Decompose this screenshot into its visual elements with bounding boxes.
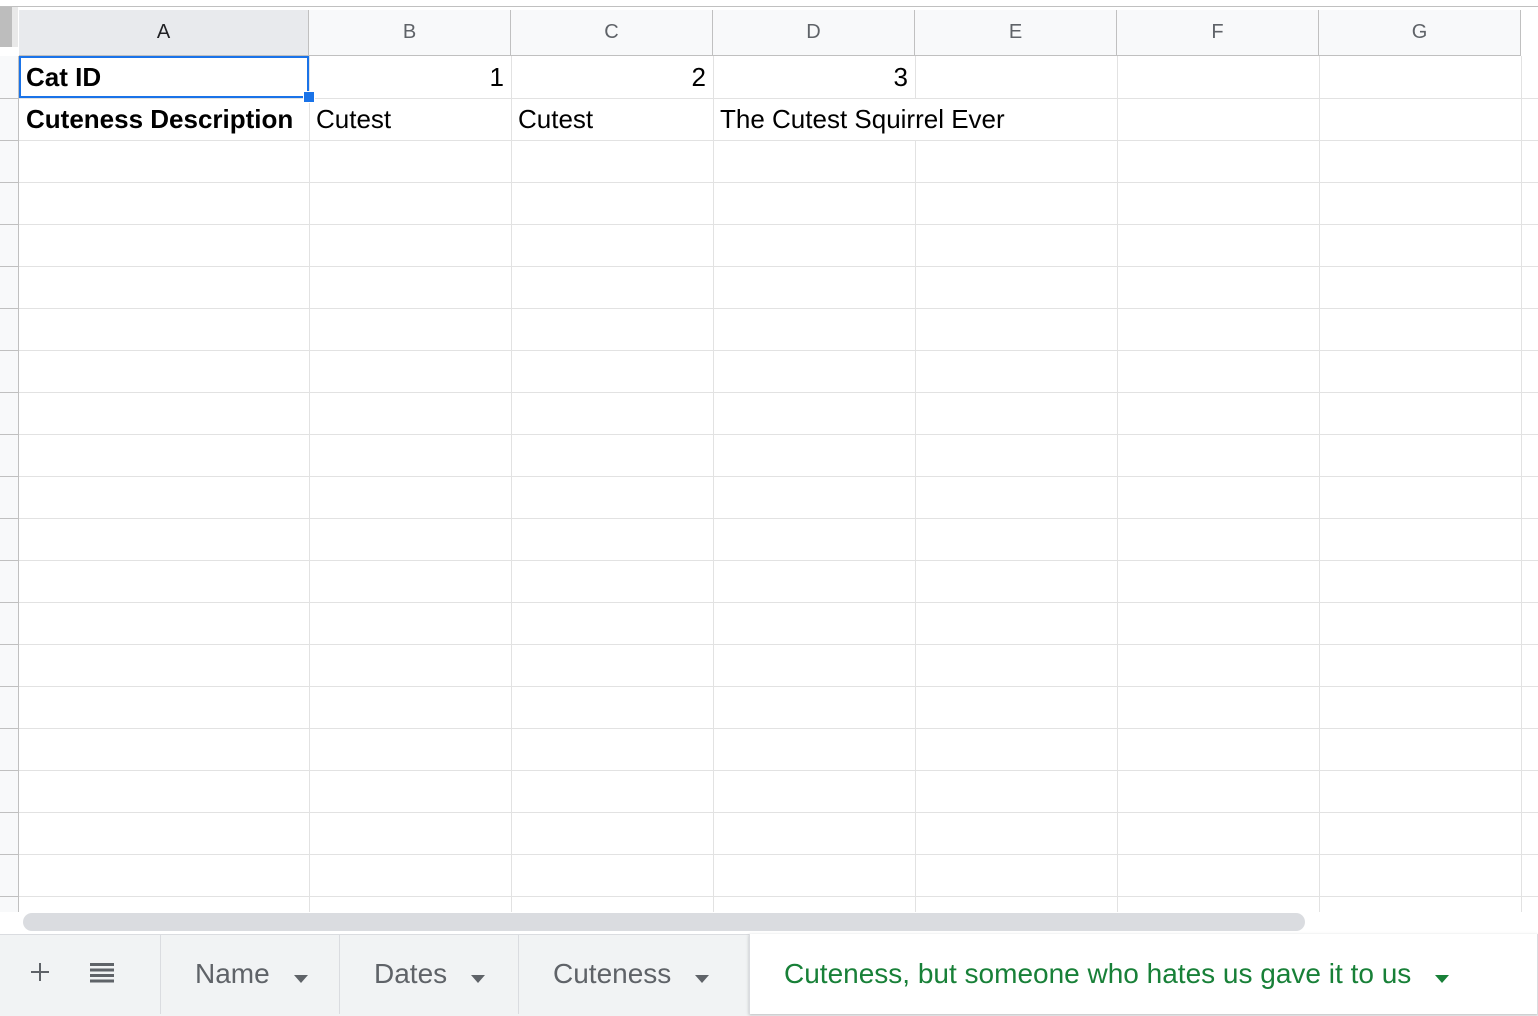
gridline-row [19, 518, 1538, 519]
column-header-e[interactable]: E [915, 10, 1117, 56]
caret-down-icon[interactable] [1435, 958, 1450, 990]
selected-cell-outline [19, 56, 309, 98]
row-divider [0, 560, 19, 561]
column-header-g[interactable]: G [1319, 10, 1521, 56]
column-header-d[interactable]: D [713, 10, 915, 56]
caret-down-icon[interactable] [293, 958, 308, 990]
gridline-row [19, 266, 1538, 267]
plus-icon [28, 960, 52, 989]
column-header-f[interactable]: F [1117, 10, 1319, 56]
gridline-row [19, 728, 1538, 729]
row-divider [0, 728, 19, 729]
gridline-row [19, 308, 1538, 309]
tab-dates[interactable]: Dates [339, 934, 519, 1014]
cell-a2[interactable]: Cuteness Description [19, 99, 309, 140]
gridline-row [19, 644, 1538, 645]
gridline-row [19, 770, 1538, 771]
row-divider [0, 266, 19, 267]
row-divider [0, 308, 19, 309]
gridline-col-a [309, 56, 310, 912]
gridline-row [19, 392, 1538, 393]
row-divider [0, 350, 19, 351]
row-divider [0, 140, 19, 141]
gridline-col-b [511, 56, 512, 912]
row-divider [0, 224, 19, 225]
gridline-col-d [915, 140, 916, 912]
cell-d1[interactable]: 3 [713, 57, 915, 98]
row-divider [0, 476, 19, 477]
gridline-col-g [1521, 56, 1522, 912]
all-sheets-button[interactable] [72, 934, 132, 1014]
row-divider [0, 602, 19, 603]
cell-c1[interactable]: 2 [511, 57, 713, 98]
gridline-row [19, 812, 1538, 813]
fill-handle[interactable] [303, 91, 315, 103]
caret-down-icon[interactable] [471, 958, 486, 990]
select-all-corner[interactable] [0, 7, 12, 47]
tab-label: Cuteness, but someone who hates us gave … [784, 958, 1412, 989]
tab-label: Dates [374, 958, 448, 989]
tab-cuteness-hates-us[interactable]: Cuteness, but someone who hates us gave … [749, 934, 1538, 1014]
gridline-col-e [1117, 56, 1118, 912]
tab-label: Name [195, 958, 270, 989]
spreadsheet-grid[interactable]: A B C D E F G Cat ID 1 2 3 Cuteness Desc… [0, 0, 1538, 912]
row-divider [0, 770, 19, 771]
gridline-row [19, 182, 1538, 183]
caret-down-icon[interactable] [695, 958, 710, 990]
row-divider [0, 896, 19, 897]
list-icon [89, 960, 115, 989]
gridline-col-c [713, 56, 714, 912]
tab-name[interactable]: Name [160, 934, 340, 1014]
gridline-row [19, 434, 1538, 435]
toolbar-divider [0, 6, 1538, 7]
gridline-row [19, 224, 1538, 225]
row-divider [0, 854, 19, 855]
gridline-row [19, 560, 1538, 561]
row-divider [0, 518, 19, 519]
column-header-c[interactable]: C [511, 10, 713, 56]
gridline-row [19, 686, 1538, 687]
cell-d2[interactable]: The Cutest Squirrel Ever [713, 99, 1117, 140]
gridline-col-f [1319, 56, 1320, 912]
cell-b1[interactable]: 1 [309, 57, 511, 98]
horizontal-scrollbar-thumb[interactable] [23, 913, 1305, 931]
row-divider [0, 686, 19, 687]
row-divider [0, 98, 19, 99]
row-divider [0, 644, 19, 645]
row-divider [0, 434, 19, 435]
column-header-b[interactable]: B [309, 10, 511, 56]
row-divider [0, 182, 19, 183]
tab-cuteness[interactable]: Cuteness [518, 934, 748, 1014]
gridline-row [19, 350, 1538, 351]
row-divider [0, 392, 19, 393]
gridline-col-d-top [915, 56, 916, 98]
column-headers: A B C D E F G [19, 10, 1538, 56]
gridline-row [19, 854, 1538, 855]
tab-label: Cuteness [553, 958, 672, 989]
column-header-a[interactable]: A [19, 10, 309, 56]
gridline-row [19, 476, 1538, 477]
cell-c2[interactable]: Cutest [511, 99, 713, 140]
gridline-row [19, 140, 1538, 141]
gridline-row [19, 602, 1538, 603]
row-divider [0, 812, 19, 813]
gridline-row [19, 896, 1538, 897]
add-sheet-button[interactable] [10, 934, 70, 1014]
row-headers[interactable] [0, 56, 19, 912]
corner-divider [12, 7, 18, 47]
cell-b2[interactable]: Cutest [309, 99, 511, 140]
